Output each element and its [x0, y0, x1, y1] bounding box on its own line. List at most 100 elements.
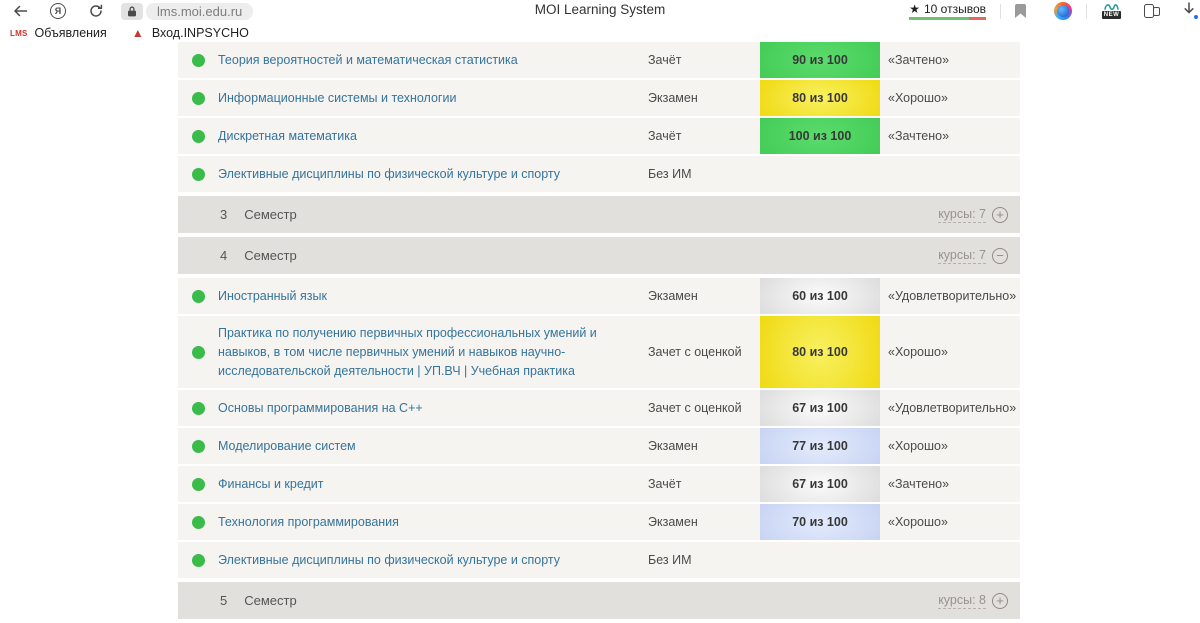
course-link[interactable]: Элективные дисциплины по физической куль…: [218, 551, 560, 570]
course-link[interactable]: Основы программирования на C++: [218, 399, 423, 418]
lock-icon: [127, 6, 137, 17]
exam-type: Зачёт: [648, 118, 760, 154]
browser-chrome: Я lms.moi.edu.ru MOI Learning System ★ 1…: [0, 0, 1200, 22]
courses-count-link[interactable]: курсы: 8: [938, 593, 986, 609]
exam-type: Без ИМ: [648, 542, 760, 578]
score-badge: 67 из 100: [760, 390, 880, 426]
score-badge: 80 из 100: [760, 316, 880, 388]
status-cell: [178, 504, 218, 540]
status-cell: [178, 156, 218, 192]
semester-courses-toggle[interactable]: курсы: 7 −: [938, 248, 1008, 264]
score-badge: [760, 156, 880, 192]
bookmark-announcements[interactable]: LMS Объявления: [10, 26, 107, 40]
course-row: Элективные дисциплины по физической куль…: [178, 156, 1020, 192]
expand-toggle-icon[interactable]: +: [992, 593, 1008, 609]
download-notification-dot: [1193, 14, 1199, 20]
url-text: lms.moi.edu.ru: [157, 4, 242, 19]
course-row: Основы программирования на C++ Зачет с о…: [178, 390, 1020, 426]
page-title: MOI Learning System: [535, 2, 666, 17]
status-dot-icon: [192, 402, 205, 415]
semester-courses-toggle[interactable]: курсы: 7 +: [938, 207, 1008, 223]
exam-type: Экзамен: [648, 428, 760, 464]
expand-toggle-icon[interactable]: +: [992, 207, 1008, 223]
back-button[interactable]: [10, 1, 30, 21]
courses-count-link[interactable]: курсы: 7: [938, 207, 986, 223]
grade-text: [880, 156, 1020, 192]
status-cell: [178, 42, 218, 78]
toolbar-divider: [1000, 4, 1001, 19]
status-cell: [178, 390, 218, 426]
back-arrow-icon: [13, 4, 28, 18]
exam-type: Экзамен: [648, 278, 760, 314]
semester-label: Семестр: [244, 207, 296, 222]
star-icon: ★: [909, 3, 920, 15]
course-link[interactable]: Моделирование систем: [218, 437, 356, 456]
side-panel-icon[interactable]: [1144, 4, 1160, 19]
rating-bar: [909, 17, 986, 20]
semester-label: Семестр: [244, 593, 296, 608]
new-extension-icon[interactable]: NEW: [1101, 2, 1122, 21]
ssl-lock-chip[interactable]: [121, 3, 143, 20]
course-link[interactable]: Практика по получению первичных професси…: [218, 324, 603, 380]
score-badge: 90 из 100: [760, 42, 880, 78]
status-dot-icon: [192, 92, 205, 105]
grade-text: «Зачтено»: [880, 118, 1020, 154]
grade-text: «Зачтено»: [880, 42, 1020, 78]
exam-type: Зачёт: [648, 466, 760, 502]
course-row: Моделирование систем Экзамен 77 из 100 «…: [178, 428, 1020, 464]
reviews-count: 10 отзывов: [924, 2, 986, 16]
score-badge: [760, 542, 880, 578]
status-dot-icon: [192, 168, 205, 181]
status-dot-icon: [192, 346, 205, 359]
score-badge: 80 из 100: [760, 80, 880, 116]
toolbar-divider-2: [1086, 4, 1087, 19]
status-cell: [178, 466, 218, 502]
grade-text: «Удовлетворительно»: [880, 278, 1020, 314]
exam-type: Зачёт: [648, 42, 760, 78]
yandex-profile-icon[interactable]: Я: [50, 3, 66, 19]
course-row: Информационные системы и технологии Экза…: [178, 80, 1020, 116]
courses-count-link[interactable]: курсы: 7: [938, 248, 986, 264]
semester-number: 5: [220, 593, 227, 608]
course-link[interactable]: Финансы и кредит: [218, 475, 324, 494]
status-cell: [178, 278, 218, 314]
course-link[interactable]: Информационные системы и технологии: [218, 89, 456, 108]
site-rating[interactable]: ★ 10 отзывов: [909, 2, 986, 20]
expand-toggle-icon[interactable]: −: [992, 248, 1008, 264]
exam-type: Экзамен: [648, 80, 760, 116]
grade-text: «Хорошо»: [880, 428, 1020, 464]
course-link[interactable]: Теория вероятностей и математическая ста…: [218, 51, 518, 70]
address-bar[interactable]: lms.moi.edu.ru: [146, 3, 253, 20]
course-link[interactable]: Дискретная математика: [218, 127, 357, 146]
course-link[interactable]: Элективные дисциплины по физической куль…: [218, 165, 560, 184]
grade-text: «Зачтено»: [880, 466, 1020, 502]
grade-text: «Хорошо»: [880, 316, 1020, 388]
status-cell: [178, 316, 218, 388]
extension-orb-icon[interactable]: [1054, 2, 1072, 20]
status-dot-icon: [192, 554, 205, 567]
course-row: Технология программирования Экзамен 70 и…: [178, 504, 1020, 540]
inpsycho-favicon: ▲: [131, 26, 145, 40]
status-dot-icon: [192, 478, 205, 491]
score-badge: 100 из 100: [760, 118, 880, 154]
semester-row: 5 Семестр курсы: 8 +: [178, 582, 1020, 619]
semester-row: 4 Семестр курсы: 7 −: [178, 237, 1020, 274]
course-row: Элективные дисциплины по физической куль…: [178, 542, 1020, 578]
status-dot-icon: [192, 130, 205, 143]
exam-type: Зачет с оценкой: [648, 316, 760, 388]
score-badge: 60 из 100: [760, 278, 880, 314]
exam-type: Без ИМ: [648, 156, 760, 192]
semester-courses-toggle[interactable]: курсы: 8 +: [938, 593, 1008, 609]
score-badge: 67 из 100: [760, 466, 880, 502]
refresh-button[interactable]: [86, 1, 106, 21]
lms-favicon: LMS: [10, 29, 28, 38]
course-link[interactable]: Иностранный язык: [218, 287, 327, 306]
bookmark-inpsycho-login[interactable]: ▲ Вход.INPSYCHO: [131, 26, 249, 40]
course-link[interactable]: Технология программирования: [218, 513, 399, 532]
downloads-button[interactable]: [1182, 2, 1198, 20]
exam-type: Зачет с оценкой: [648, 390, 760, 426]
status-cell: [178, 428, 218, 464]
bookmark-flag-icon[interactable]: [1015, 4, 1026, 18]
grade-text: «Хорошо»: [880, 80, 1020, 116]
grade-text: «Удовлетворительно»: [880, 390, 1020, 426]
